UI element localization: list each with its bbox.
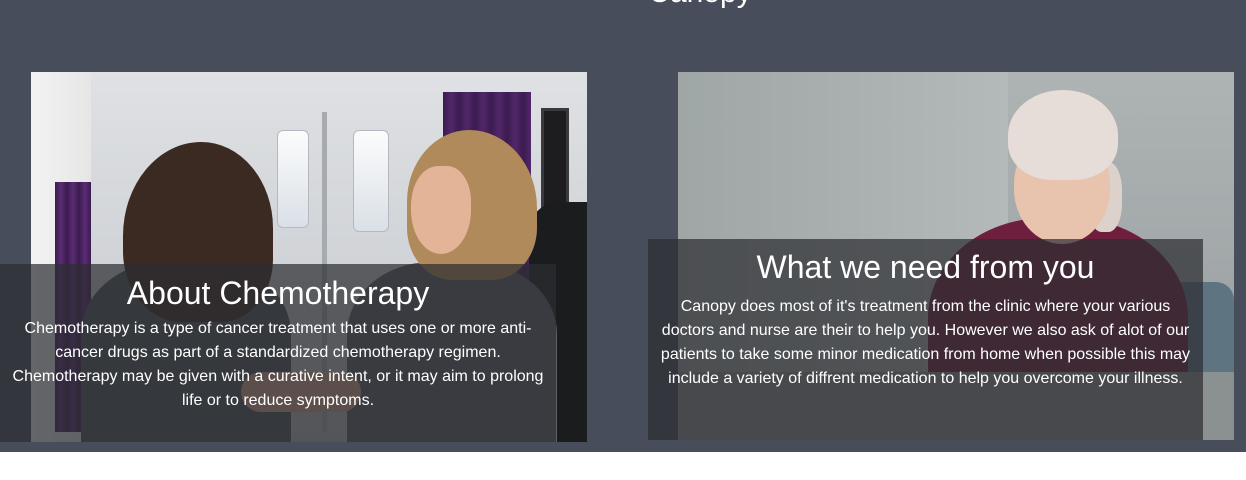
needs-description: Canopy does most of it's treatment from … xyxy=(660,298,1191,387)
info-section: Canopy About Chemotherapy Chemotherapy i… xyxy=(0,0,1246,452)
photo-headscarf xyxy=(1008,90,1118,180)
chemotherapy-description: Chemotherapy is a type of cancer treatme… xyxy=(12,320,544,409)
photo-iv-bag xyxy=(277,130,309,228)
photo-patient-face xyxy=(411,166,471,254)
chemotherapy-title: About Chemotherapy xyxy=(126,275,430,311)
photo-wall-frame xyxy=(541,108,569,214)
chemotherapy-overlay: About Chemotherapy Chemotherapy is a typ… xyxy=(0,264,556,442)
section-heading: Canopy xyxy=(600,0,800,8)
needs-title: What we need from you xyxy=(756,249,1095,285)
photo-iv-bag xyxy=(353,130,389,232)
needs-overlay: What we need from you Canopy does most o… xyxy=(648,239,1203,440)
